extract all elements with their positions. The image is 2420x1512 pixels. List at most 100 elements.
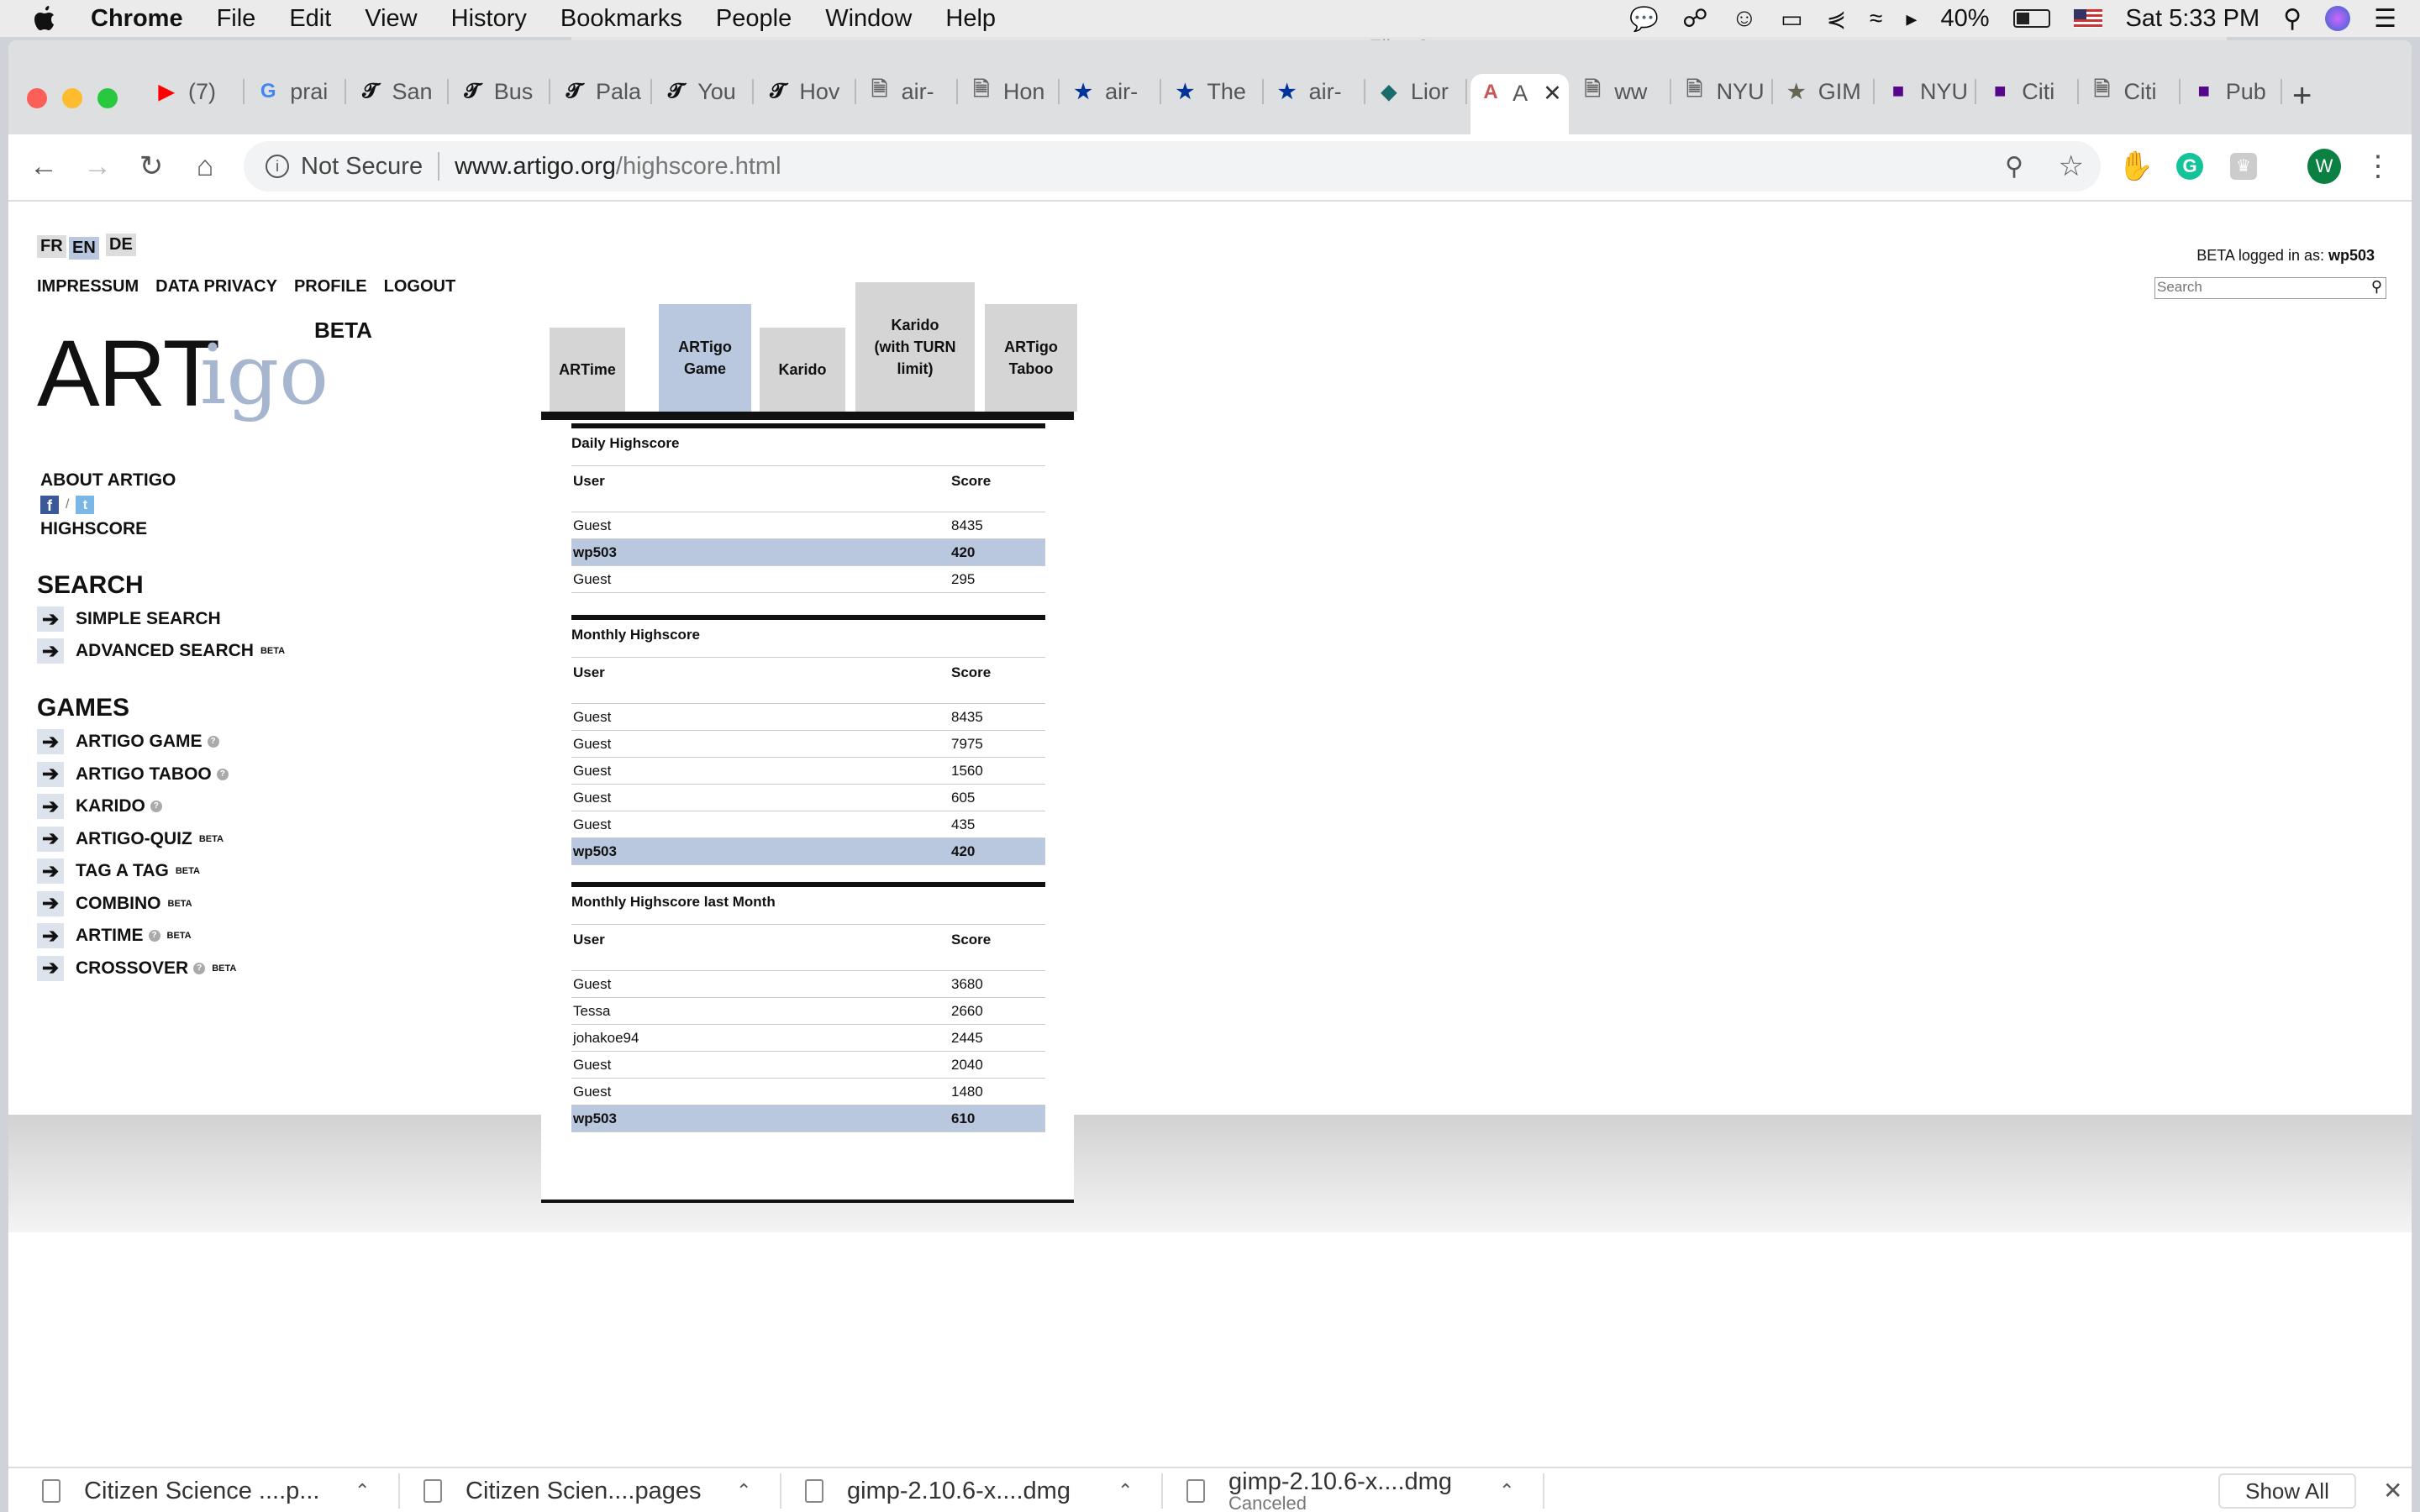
bookmark-star-icon[interactable]: ☆ — [2059, 150, 2084, 183]
sidebar-link-karido[interactable]: ➔ KARIDO? — [37, 794, 162, 819]
chevron-up-icon[interactable]: ⌃ — [1118, 1480, 1133, 1502]
browser-tab[interactable]: ★ The — [1165, 74, 1264, 109]
game-tab[interactable]: ARTigo Game — [659, 304, 751, 412]
accessibility-icon[interactable]: ☺ — [1731, 4, 1757, 33]
sidebar-link-tag-a-tag[interactable]: ➔ TAG A TAG BETA — [37, 858, 200, 884]
browser-tab[interactable]: 𝓣 You — [655, 74, 755, 109]
link-data-privacy[interactable]: DATA PRIVACY — [155, 277, 277, 297]
minimize-window-button[interactable] — [62, 88, 82, 108]
menu-edit[interactable]: Edit — [289, 5, 331, 33]
bluetooth-icon[interactable]: ⋞ — [1827, 5, 1846, 33]
game-tab[interactable]: ARTigo Taboo — [985, 304, 1077, 412]
sidebar-link-combino[interactable]: ➔ COMBINO BETA — [37, 890, 192, 916]
download-item[interactable]: Citizen Science ....p... ⌃ — [42, 1468, 412, 1512]
browser-tab[interactable]: ★ air- — [1063, 74, 1162, 109]
chrome-menu-icon[interactable]: ⋮ — [2361, 150, 2395, 183]
chevron-up-icon[interactable]: ⌃ — [355, 1480, 370, 1502]
chevron-up-icon[interactable]: ⌃ — [736, 1480, 751, 1502]
browser-tab[interactable]: Gprai — [248, 74, 347, 109]
battery-icon[interactable] — [2012, 9, 2050, 28]
browser-tab[interactable]: ■ Pub — [2184, 74, 2282, 109]
menu-view[interactable]: View — [365, 5, 417, 33]
airplay-icon[interactable]: ▭ — [1781, 5, 1802, 33]
menu-people[interactable]: People — [716, 5, 792, 33]
sidebar-link-simple-search[interactable]: ➔ SIMPLE SEARCH — [37, 606, 221, 632]
address-bar[interactable]: i Not Secure www.artigo.org/highscore.ht… — [244, 141, 2101, 192]
site-search-input[interactable] — [2155, 278, 2357, 297]
download-item[interactable]: Citizen Scien....pages ⌃ — [424, 1468, 793, 1512]
sidebar-link-crossover[interactable]: ➔ CROSSOVER? BETA — [37, 955, 236, 981]
sidebar-link-artigo-quiz[interactable]: ➔ ARTIGO-QUIZ BETA — [37, 826, 224, 852]
new-tab-button[interactable]: + — [2292, 77, 2312, 115]
browser-tab[interactable]: 🗎 Citi — [2082, 74, 2181, 109]
close-window-button[interactable] — [27, 88, 47, 108]
menubar-clock[interactable]: Sat 5:33 PM — [2126, 5, 2260, 33]
help-icon[interactable]: ? — [150, 801, 162, 812]
sidebar-link-artigo-taboo[interactable]: ➔ ARTIGO TABOO? — [37, 761, 229, 787]
help-icon[interactable]: ? — [207, 736, 219, 748]
logo-igo[interactable]: igo — [200, 328, 329, 423]
back-button[interactable]: ← — [27, 150, 60, 183]
grammarly-extension-icon[interactable]: G — [2173, 150, 2207, 183]
game-tab[interactable]: ARTime — [550, 328, 625, 412]
wifi-icon[interactable]: ≈ — [1870, 5, 1882, 32]
chevron-up-icon[interactable]: ⌃ — [1499, 1480, 1514, 1502]
browser-tab[interactable]: 🗎 air- — [860, 74, 958, 109]
menu-help[interactable]: Help — [945, 5, 996, 33]
reload-button[interactable]: ↻ — [134, 150, 168, 183]
browser-tab[interactable]: ★ air- — [1267, 74, 1365, 109]
apple-menu-icon[interactable] — [32, 4, 57, 33]
twitter-icon[interactable]: t — [76, 496, 95, 514]
zoom-window-button[interactable] — [97, 88, 118, 108]
browser-tab[interactable]: 𝓣 Bus — [452, 74, 550, 109]
sidebar-link-artime[interactable]: ➔ ARTIME? BETA — [37, 923, 192, 948]
menu-app-chrome[interactable]: Chrome — [91, 5, 183, 33]
lang-de[interactable]: DE — [106, 234, 136, 256]
home-button[interactable]: ⌂ — [188, 150, 222, 183]
flag-us-icon[interactable] — [2073, 9, 2102, 28]
lang-fr[interactable]: FR — [37, 235, 66, 258]
browser-tab[interactable]: ■ NYU — [1878, 74, 1977, 109]
download-item[interactable]: gimp-2.10.6-x....dmg Canceled ⌃ — [1186, 1468, 1556, 1512]
menu-file[interactable]: File — [217, 5, 256, 33]
creative-cloud-icon[interactable]: ☍ — [1682, 4, 1707, 34]
show-all-button[interactable]: Show All — [2218, 1473, 2356, 1509]
profile-avatar[interactable]: W — [2307, 149, 2341, 184]
browser-tab[interactable]: ◆ Lior — [1369, 74, 1468, 109]
browser-tab[interactable]: 🗎 ww — [1572, 74, 1671, 109]
download-item[interactable]: gimp-2.10.6-x....dmg ⌃ — [805, 1468, 1175, 1512]
sidebar-link-artigo-game[interactable]: ➔ ARTIGO GAME? — [37, 729, 219, 754]
game-tab[interactable]: Karido (with TURN limit) — [855, 282, 975, 412]
game-tab[interactable]: Karido — [760, 328, 845, 412]
menu-history[interactable]: History — [451, 5, 527, 33]
link-logout[interactable]: LOGOUT — [384, 277, 456, 297]
browser-tab[interactable]: ■ Citi — [1980, 74, 2079, 109]
link-impressum[interactable]: IMPRESSUM — [37, 277, 139, 297]
help-icon[interactable]: ? — [193, 962, 206, 974]
menu-window[interactable]: Window — [825, 5, 912, 33]
about-artigo-link[interactable]: ABOUT ARTIGO — [40, 470, 176, 491]
info-icon[interactable]: i — [266, 155, 289, 178]
browser-tab[interactable]: 𝓣 San — [350, 74, 449, 109]
close-tab-icon[interactable]: ✕ — [1543, 81, 1562, 107]
extension-icon[interactable]: ♛ — [2227, 150, 2260, 183]
help-icon[interactable]: ? — [216, 768, 229, 780]
forward-button[interactable]: → — [81, 150, 114, 183]
close-downloads-icon[interactable]: ✕ — [2383, 1477, 2402, 1504]
volume-icon[interactable]: ▸ — [1906, 6, 1917, 32]
link-profile[interactable]: PROFILE — [294, 277, 367, 297]
zoom-icon[interactable]: ⚲ — [2005, 152, 2023, 181]
highscore-link[interactable]: HIGHSCORE — [40, 519, 147, 539]
security-label[interactable]: Not Secure — [301, 153, 423, 181]
browser-tab[interactable]: 𝓣 Hov — [757, 74, 856, 109]
browser-tab[interactable]: 🗎 NYU — [1675, 74, 1773, 109]
help-icon[interactable]: ? — [148, 930, 160, 942]
adblock-extension-icon[interactable]: ✋ — [2118, 150, 2154, 183]
browser-tab[interactable]: 𝓣 Pala — [554, 74, 653, 109]
siri-icon[interactable] — [2325, 6, 2351, 31]
browser-tab[interactable]: A A ✕ — [1470, 74, 1570, 134]
spotlight-search-icon[interactable]: ⚲ — [2283, 4, 2302, 34]
search-icon[interactable]: ⚲ — [2371, 278, 2382, 296]
browser-tab[interactable]: ★ GIM — [1776, 74, 1876, 109]
sidebar-link-advanced-search[interactable]: ➔ ADVANCED SEARCH BETA — [37, 638, 285, 664]
